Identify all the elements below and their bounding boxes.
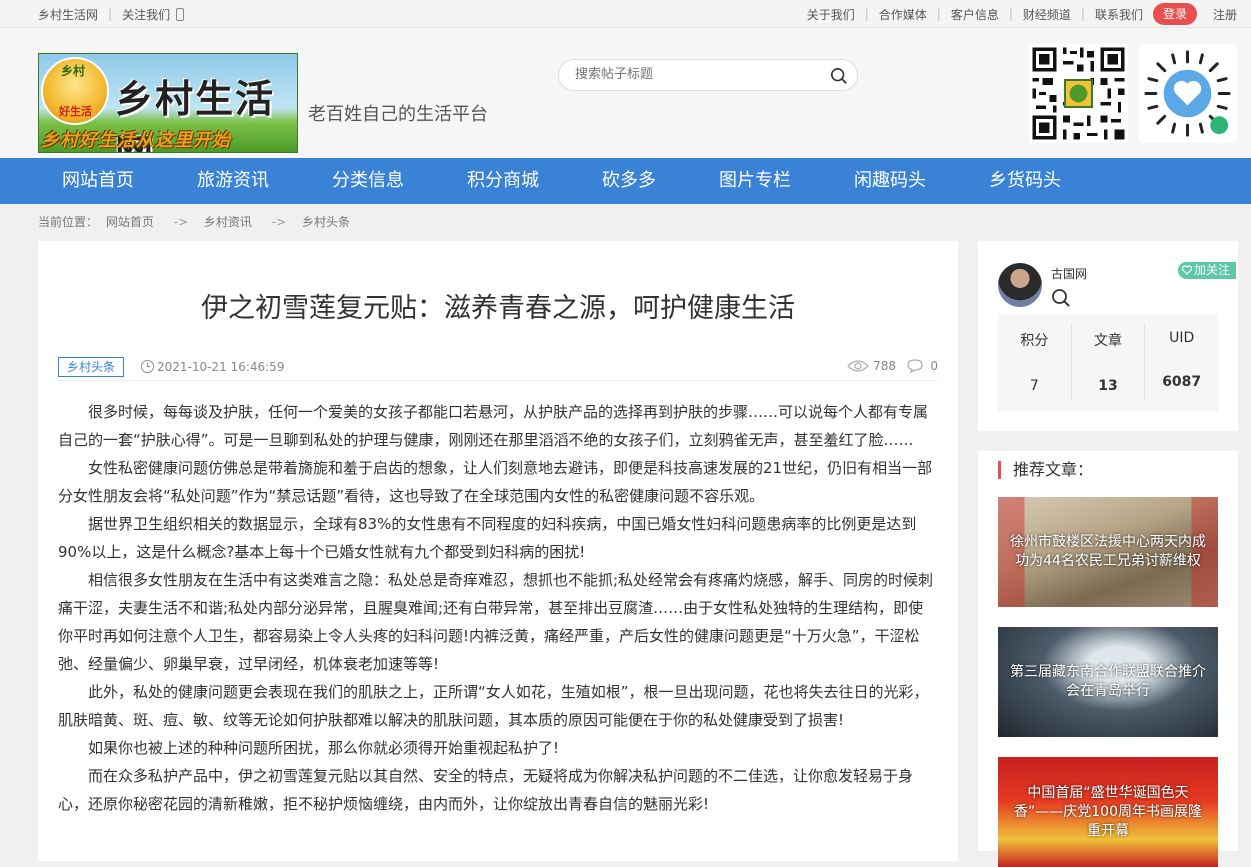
breadcrumb-news[interactable]: 乡村资讯: [204, 215, 252, 229]
mini-program-code-icon: [1138, 44, 1237, 143]
recommended-card[interactable]: 徐州市鼓楼区法援中心两天内成功为44名农民工兄弟讨薪维权: [998, 497, 1218, 607]
eye-icon: [847, 360, 869, 372]
view-count-text: 788: [873, 359, 896, 373]
paragraph: 如果你也被上述的种种问题所困扰，那么你就必须得开始重视起私护了!: [88, 739, 560, 757]
site-tagline: 老百姓自己的生活平台: [308, 104, 488, 125]
site-name-link[interactable]: 乡村生活网: [38, 6, 98, 23]
recommended-title: 推荐文章：: [998, 461, 1238, 479]
recommended-card-title: 徐州市鼓楼区法援中心两天内成功为44名农民工兄弟讨薪维权: [1010, 534, 1206, 569]
stat-value: 7: [1029, 378, 1039, 394]
login-button[interactable]: 登录: [1152, 3, 1197, 25]
recommended-panel: 推荐文章： 徐州市鼓楼区法援中心两天内成功为44名农民工兄弟讨薪维权 第三届藏东…: [978, 451, 1238, 867]
finance-channel-link[interactable]: 财经频道: [1023, 6, 1071, 23]
author-stats: 积分 7 文章 13 UID 6087: [998, 314, 1218, 411]
logo-slogan: 乡村好生活从这里开始: [41, 130, 231, 151]
divider: |: [864, 7, 869, 21]
customer-info-link[interactable]: 客户信息: [951, 6, 999, 23]
nav-photo-column[interactable]: 图片专栏: [681, 158, 816, 204]
divider: |: [1080, 7, 1085, 21]
search-icon[interactable]: [830, 67, 848, 85]
paragraph: 此外，私处的健康问题更会表现在我们的肌肤之上，正所谓“女人如花，生殖如根”，根一…: [58, 683, 929, 729]
publish-date: 2021-10-21 16:46:59: [140, 359, 284, 374]
breadcrumb-arrow: ->: [271, 215, 287, 229]
paragraph: 很多时候，每每谈及护肤，任何一个爱美的女孩子都能口若悬河，从护肤产品的选择再到护…: [58, 403, 929, 449]
search-box: [558, 59, 858, 91]
top-bar-right: 关于我们 | 合作媒体 | 客户信息 | 财经频道 | 联系我们 登录 注册: [807, 0, 1237, 28]
search-icon[interactable]: [1051, 288, 1071, 308]
recommended-card[interactable]: 第三届藏东南合作联盟联合推介会在青岛举行: [998, 627, 1218, 737]
register-link[interactable]: 注册: [1213, 6, 1237, 23]
stat-label: 积分: [1020, 333, 1049, 349]
search-input[interactable]: [575, 67, 815, 82]
recommended-card-title: 第三届藏东南合作联盟联合推介会在青岛举行: [1010, 664, 1206, 699]
nav-bargain[interactable]: 砍多多: [564, 158, 681, 204]
comment-count[interactable]: 0: [906, 359, 938, 373]
nav-classifieds[interactable]: 分类信息: [294, 158, 429, 204]
divider: |: [108, 7, 113, 21]
about-us-link[interactable]: 关于我们: [807, 6, 855, 23]
site-header: 乡村 好生活 乡村生活网 乡村好生活从这里开始 老百姓自己的生活平台: [0, 28, 1251, 158]
top-bar: 乡村生活网 | 关注我们 关于我们 | 合作媒体 | 客户信息 | 财经频道 |…: [0, 0, 1251, 28]
follow-label: 加关注: [1193, 263, 1230, 277]
nav-points-mall[interactable]: 积分商城: [429, 158, 564, 204]
phone-icon[interactable]: [176, 7, 185, 21]
paragraph: 女性私密健康问题仿佛总是带着旖旎和羞于启齿的想象，让人们刻意地去避讳，即便是科技…: [58, 459, 933, 505]
stat-label: 文章: [1094, 333, 1122, 349]
logo-badge: 乡村 好生活: [41, 57, 109, 125]
breadcrumb-home[interactable]: 网站首页: [106, 215, 154, 229]
author-name[interactable]: 古国网: [1051, 265, 1087, 282]
paragraph: 而在众多私护产品中，伊之初雪莲复元贴以其自然、安全的特点，无疑将成为你解决私护问…: [58, 767, 914, 813]
comment-count-text: 0: [930, 359, 938, 373]
breadcrumb-headlines[interactable]: 乡村头条: [302, 215, 350, 229]
follow-us-link[interactable]: 关注我们: [122, 6, 170, 23]
stat-points: 积分 7: [998, 324, 1072, 401]
nav-home[interactable]: 网站首页: [24, 158, 159, 204]
paragraph: 相信很多女性朋友在生活中有这类难言之隐：私处总是奇痒难忍，想抓也不能抓;私处经常…: [58, 571, 934, 673]
stat-value: 13: [1098, 378, 1118, 394]
logo-badge-bottom: 好生活: [59, 105, 92, 118]
stat-uid: UID 6087: [1145, 324, 1218, 401]
comment-icon: [907, 359, 923, 373]
recommended-card-title: 中国首届“盛世华诞国色天香”——庆党100周年书画展隆重开幕: [1014, 784, 1202, 839]
nav-village-goods[interactable]: 乡货码头: [951, 158, 1086, 204]
breadcrumb-arrow: ->: [173, 215, 189, 229]
stat-articles: 文章 13: [1072, 324, 1146, 401]
view-count: 788: [847, 359, 896, 373]
breadcrumb: 当前位置： 网站首页 -> 乡村资讯 -> 乡村头条: [0, 204, 1251, 240]
partner-media-link[interactable]: 合作媒体: [879, 6, 927, 23]
divider: |: [936, 7, 941, 21]
divider: |: [1008, 7, 1013, 21]
clock-icon: [140, 359, 155, 374]
paragraph: 据世界卫生组织相关的数据显示，全球有83%的女性患有不同程度的妇科疾病，中国已婚…: [58, 515, 917, 561]
breadcrumb-label: 当前位置：: [38, 215, 99, 229]
follow-button[interactable]: 加关注: [1177, 262, 1236, 279]
stat-label: UID: [1169, 330, 1195, 346]
article-body: 很多时候，每每谈及护肤，任何一个爱美的女孩子都能口若悬河，从护肤产品的选择再到护…: [38, 381, 958, 818]
article-meta: 乡村头条 2021-10-21 16:46:59 788 0: [58, 355, 938, 381]
article-panel: 伊之初雪莲复元贴：滋养青春之源，呵护健康生活 乡村头条 2021-10-21 1…: [38, 241, 958, 861]
recommended-card[interactable]: 中国首届“盛世华诞国色天香”——庆党100周年书画展隆重开幕: [998, 757, 1218, 867]
date-text: 2021-10-21 16:46:59: [157, 359, 285, 374]
avatar[interactable]: [998, 263, 1042, 307]
logo-badge-top: 乡村: [61, 64, 86, 78]
site-logo[interactable]: 乡村 好生活 乡村生活网 乡村好生活从这里开始: [38, 53, 298, 153]
main-nav: 网站首页 旅游资讯 分类信息 积分商城 砍多多 图片专栏 闲趣码头 乡货码头: [0, 158, 1251, 204]
article-title: 伊之初雪莲复元贴：滋养青春之源，呵护健康生活: [201, 293, 795, 324]
stat-value: 6087: [1162, 374, 1202, 390]
nav-leisure-dock[interactable]: 闲趣码头: [816, 158, 951, 204]
heart-icon: [1181, 265, 1192, 275]
qr-code-icon: [1029, 44, 1128, 143]
top-bar-left: 乡村生活网 | 关注我们: [38, 0, 185, 28]
contact-us-link[interactable]: 联系我们: [1095, 6, 1143, 23]
nav-travel[interactable]: 旅游资讯: [159, 158, 294, 204]
author-card: 古国网 加关注 积分 7 文章 13 UID 6087: [978, 241, 1238, 431]
category-tag[interactable]: 乡村头条: [58, 357, 125, 377]
